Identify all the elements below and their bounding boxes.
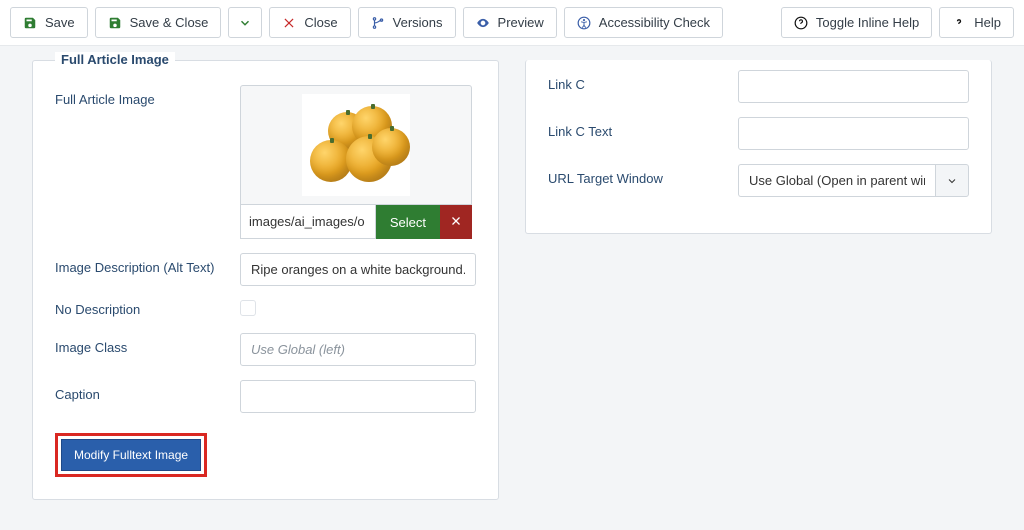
url-target-dropdown-button[interactable] xyxy=(935,164,969,197)
chevron-down-icon xyxy=(238,16,252,30)
save-button[interactable]: Save xyxy=(10,7,88,38)
toolbar: Save Save & Close Close Versions Preview… xyxy=(0,0,1024,46)
save-close-button[interactable]: Save & Close xyxy=(95,7,222,38)
eye-icon xyxy=(476,16,490,30)
oranges-thumbnail xyxy=(302,94,410,196)
link-c-text-label: Link C Text xyxy=(548,117,738,139)
alt-text-label: Image Description (Alt Text) xyxy=(55,253,240,275)
select-image-button[interactable]: Select xyxy=(376,205,440,239)
accessibility-button[interactable]: Accessibility Check xyxy=(564,7,723,38)
question-icon xyxy=(952,16,966,30)
links-panel: Link C Link C Text URL Target Window xyxy=(525,60,992,234)
no-description-label: No Description xyxy=(55,302,240,317)
modify-highlight: Modify Fulltext Image xyxy=(55,433,207,477)
save-close-label: Save & Close xyxy=(130,15,209,30)
caption-input[interactable] xyxy=(240,380,476,413)
versions-label: Versions xyxy=(393,15,443,30)
image-label: Full Article Image xyxy=(55,85,240,107)
question-icon xyxy=(794,16,808,30)
content: Full Article Image Full Article Image Se… xyxy=(0,46,1024,530)
image-class-label: Image Class xyxy=(55,333,240,355)
link-c-text-input[interactable] xyxy=(738,117,969,150)
save-icon xyxy=(108,16,122,30)
close-icon xyxy=(450,215,462,227)
toggle-help-label: Toggle Inline Help xyxy=(816,15,919,30)
caption-field: Caption xyxy=(55,380,476,413)
close-label: Close xyxy=(304,15,337,30)
link-c-input[interactable] xyxy=(738,70,969,103)
caption-label: Caption xyxy=(55,380,240,402)
accessibility-label: Accessibility Check xyxy=(599,15,710,30)
save-icon xyxy=(23,16,37,30)
clear-image-button[interactable] xyxy=(440,205,472,239)
image-field: Full Article Image Select xyxy=(55,85,476,239)
url-target-label: URL Target Window xyxy=(548,164,738,186)
image-path-input[interactable] xyxy=(240,205,376,239)
branch-icon xyxy=(371,16,385,30)
url-target-select[interactable] xyxy=(738,164,935,197)
image-preview xyxy=(240,85,472,205)
alt-text-field: Image Description (Alt Text) xyxy=(55,253,476,286)
panel-legend: Full Article Image xyxy=(55,52,175,67)
help-button[interactable]: Help xyxy=(939,7,1014,38)
save-dropdown-button[interactable] xyxy=(228,7,262,38)
full-article-image-panel: Full Article Image Full Article Image Se… xyxy=(32,60,499,500)
image-path-row: Select xyxy=(240,205,472,239)
no-description-checkbox[interactable] xyxy=(240,300,256,316)
toggle-help-button[interactable]: Toggle Inline Help xyxy=(781,7,932,38)
close-icon xyxy=(282,16,296,30)
link-c-text-field: Link C Text xyxy=(548,117,969,150)
alt-text-input[interactable] xyxy=(240,253,476,286)
url-target-field: URL Target Window xyxy=(548,164,969,197)
no-description-field: No Description xyxy=(55,300,476,319)
image-class-field: Image Class xyxy=(55,333,476,366)
chevron-down-icon xyxy=(946,175,958,187)
help-label: Help xyxy=(974,15,1001,30)
modify-fulltext-image-button[interactable]: Modify Fulltext Image xyxy=(61,439,201,471)
versions-button[interactable]: Versions xyxy=(358,7,456,38)
save-label: Save xyxy=(45,15,75,30)
image-class-input[interactable] xyxy=(240,333,476,366)
link-c-field: Link C xyxy=(548,70,969,103)
link-c-label: Link C xyxy=(548,70,738,92)
close-button[interactable]: Close xyxy=(269,7,350,38)
preview-label: Preview xyxy=(498,15,544,30)
accessibility-icon xyxy=(577,16,591,30)
preview-button[interactable]: Preview xyxy=(463,7,557,38)
